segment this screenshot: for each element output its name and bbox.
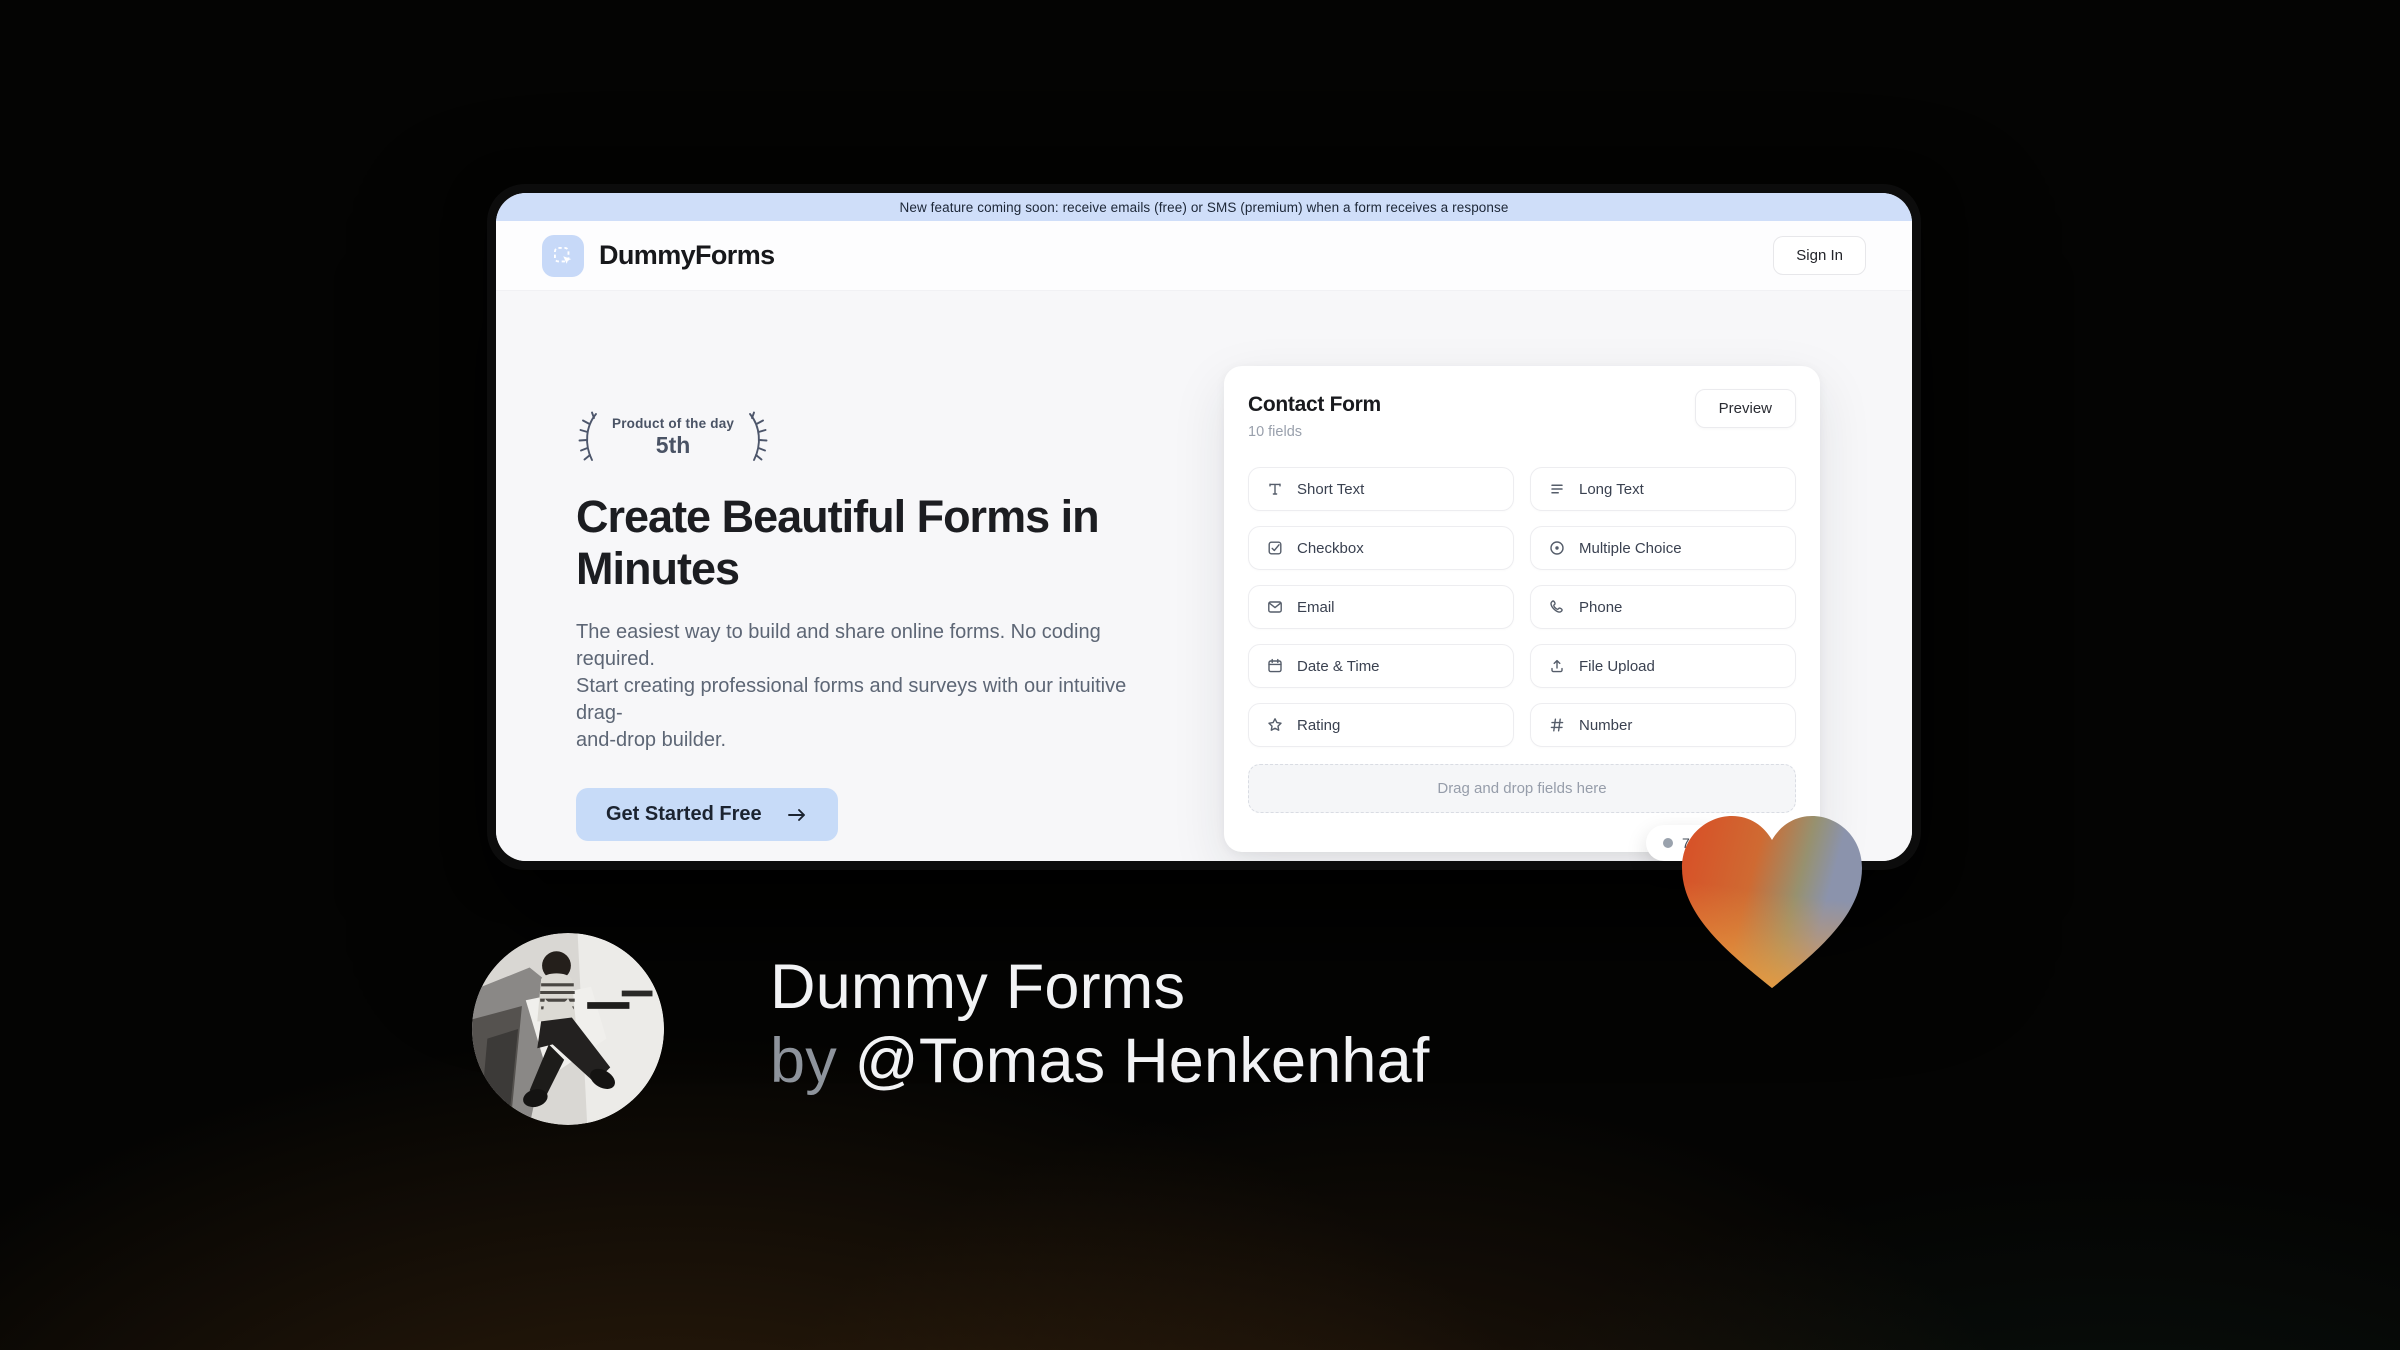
hero-section: Product of the day 5th Create Beautiful … — [496, 291, 1912, 861]
field-type-button[interactable]: Rating — [1248, 703, 1514, 747]
hero-title: Create Beautiful Forms in Minutes — [576, 491, 1100, 594]
announcement-banner: New feature coming soon: receive emails … — [496, 193, 1912, 221]
site-header: DummyForms Sign In — [496, 221, 1912, 291]
field-type-label: Short Text — [1297, 480, 1365, 498]
field-type-button[interactable]: Email — [1248, 585, 1514, 629]
checkbox-icon — [1266, 539, 1284, 557]
author-avatar — [472, 933, 664, 1125]
brand-name: DummyForms — [599, 240, 775, 270]
field-type-label: Number — [1579, 716, 1633, 734]
short-text-icon — [1266, 480, 1284, 498]
heart-icon — [1672, 806, 1872, 994]
hero-copy: Product of the day 5th Create Beautiful … — [576, 409, 1166, 842]
arrow-right-icon — [786, 806, 808, 824]
browser-window: New feature coming soon: receive emails … — [487, 184, 1921, 870]
phone-icon — [1548, 598, 1566, 616]
long-text-icon — [1548, 480, 1566, 498]
award-rank: 5th — [655, 431, 691, 458]
announcement-text: New feature coming soon: receive emails … — [899, 199, 1509, 215]
form-builder-card: Contact Form 10 fields Preview Short Tex… — [1224, 366, 1820, 852]
field-type-button[interactable]: Phone — [1530, 585, 1796, 629]
laurel-right-icon — [744, 409, 770, 465]
field-type-label: Long Text — [1579, 480, 1644, 498]
field-type-button[interactable]: Date & Time — [1248, 644, 1514, 688]
upload-icon — [1548, 657, 1566, 675]
attribution-title: Dummy Forms — [770, 952, 1186, 1022]
award-text: Product of the day 5th — [612, 416, 734, 459]
get-started-button[interactable]: Get Started Free — [576, 788, 838, 842]
landing-page: New feature coming soon: receive emails … — [496, 193, 1912, 861]
preview-button[interactable]: Preview — [1694, 389, 1796, 428]
field-type-button[interactable]: Number — [1530, 703, 1796, 747]
star-icon — [1266, 716, 1284, 734]
cursor-select-icon — [551, 244, 575, 268]
field-type-button[interactable]: Checkbox — [1248, 526, 1514, 570]
hash-icon — [1548, 716, 1566, 734]
calendar-icon — [1266, 657, 1284, 675]
cta-label: Get Started Free — [606, 803, 762, 826]
attribution-byline: by @Tomas Henkenhaf — [770, 1024, 1430, 1098]
field-type-label: Email — [1297, 598, 1335, 616]
field-type-label: File Upload — [1579, 657, 1655, 675]
email-icon — [1266, 598, 1284, 616]
field-type-label: Multiple Choice — [1579, 539, 1682, 557]
field-type-button[interactable]: Multiple Choice — [1530, 526, 1796, 570]
byline-name: @Tomas Henkenhaf — [854, 1026, 1430, 1097]
field-type-button[interactable]: Short Text — [1248, 467, 1514, 511]
multiple-choice-icon — [1548, 539, 1566, 557]
field-type-label: Date & Time — [1297, 657, 1380, 675]
field-type-grid: Short Text Long Text Checkbox Multiple C… — [1248, 467, 1796, 747]
brand-logo[interactable] — [542, 234, 584, 277]
field-type-label: Rating — [1297, 716, 1341, 734]
laurel-left-icon — [576, 409, 602, 465]
field-type-button[interactable]: File Upload — [1530, 644, 1796, 688]
sign-in-button[interactable]: Sign In — [1773, 236, 1866, 275]
award-title: Product of the day — [612, 415, 735, 431]
attribution: Dummy Forms by @Tomas Henkenhaf — [770, 950, 1430, 1099]
product-of-day-badge: Product of the day 5th — [576, 409, 770, 465]
field-type-button[interactable]: Long Text — [1530, 467, 1796, 511]
hero-description: The easiest way to build and share onlin… — [576, 620, 1127, 752]
field-type-label: Phone — [1579, 598, 1623, 616]
byline-prefix: by — [770, 1026, 837, 1097]
field-type-label: Checkbox — [1297, 539, 1364, 557]
drag-drop-text: Drag and drop fields here — [1437, 780, 1607, 797]
